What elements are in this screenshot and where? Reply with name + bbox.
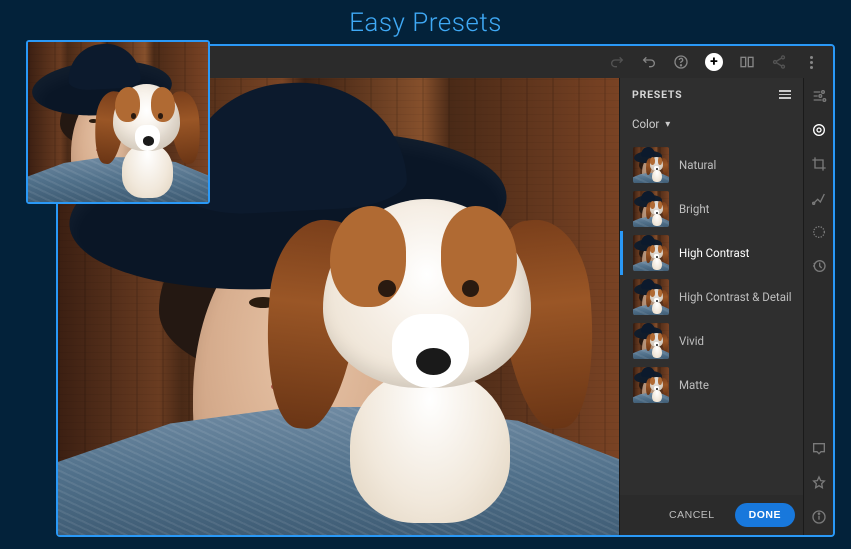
preset-thumb xyxy=(633,191,669,227)
preset-thumb xyxy=(633,367,669,403)
share-icon[interactable] xyxy=(771,54,787,70)
preset-item[interactable]: Natural xyxy=(620,143,803,187)
preset-category-dropdown[interactable]: Color ▾ xyxy=(620,111,803,141)
preset-thumb xyxy=(633,147,669,183)
photo-illustration xyxy=(28,42,208,202)
history-icon[interactable] xyxy=(811,258,827,274)
sliders-icon[interactable] xyxy=(811,88,827,104)
page-title: Easy Presets xyxy=(0,0,851,38)
panel-footer: CANCEL DONE xyxy=(620,495,803,535)
redo-icon[interactable] xyxy=(609,54,625,70)
chevron-down-icon: ▾ xyxy=(665,119,670,130)
preset-label: Matte xyxy=(679,378,709,392)
more-menu-icon[interactable] xyxy=(803,54,819,70)
help-icon[interactable] xyxy=(673,54,689,70)
category-label: Color xyxy=(632,117,659,131)
preset-item[interactable]: High Contrast & Detail xyxy=(620,275,803,319)
preset-item[interactable]: Matte xyxy=(620,363,803,407)
add-photo-button[interactable]: + xyxy=(705,53,723,71)
preset-item[interactable]: Bright xyxy=(620,187,803,231)
undo-icon[interactable] xyxy=(641,54,657,70)
radial-icon[interactable] xyxy=(811,224,827,240)
preset-label: Bright xyxy=(679,202,709,216)
done-button[interactable]: DONE xyxy=(735,503,795,527)
panel-heading: PRESETS xyxy=(632,88,682,101)
info-icon[interactable] xyxy=(811,509,827,525)
crop-icon[interactable] xyxy=(811,156,827,172)
preset-label: Natural xyxy=(679,158,716,172)
healing-icon[interactable] xyxy=(811,190,827,206)
star-icon[interactable] xyxy=(811,475,827,491)
preset-thumb xyxy=(633,323,669,359)
original-thumbnail[interactable] xyxy=(26,40,210,204)
preset-label: High Contrast & Detail xyxy=(679,290,792,304)
preset-list: Natural Bright High Contrast High Contrast … xyxy=(620,141,803,495)
comment-icon[interactable] xyxy=(811,441,827,457)
preset-thumb xyxy=(633,235,669,271)
tool-strip xyxy=(803,78,833,535)
preset-item[interactable]: Vivid xyxy=(620,319,803,363)
preset-label: Vivid xyxy=(679,334,704,348)
presets-panel: PRESETS Color ▾ Natural Bright High Contra… xyxy=(619,78,803,535)
cancel-button[interactable]: CANCEL xyxy=(655,503,729,527)
compare-icon[interactable] xyxy=(739,54,755,70)
preset-thumb xyxy=(633,279,669,315)
panel-menu-icon[interactable] xyxy=(779,90,791,99)
preset-label: High Contrast xyxy=(679,246,749,260)
presets-icon[interactable] xyxy=(811,122,827,138)
preset-item[interactable]: High Contrast xyxy=(620,231,803,275)
